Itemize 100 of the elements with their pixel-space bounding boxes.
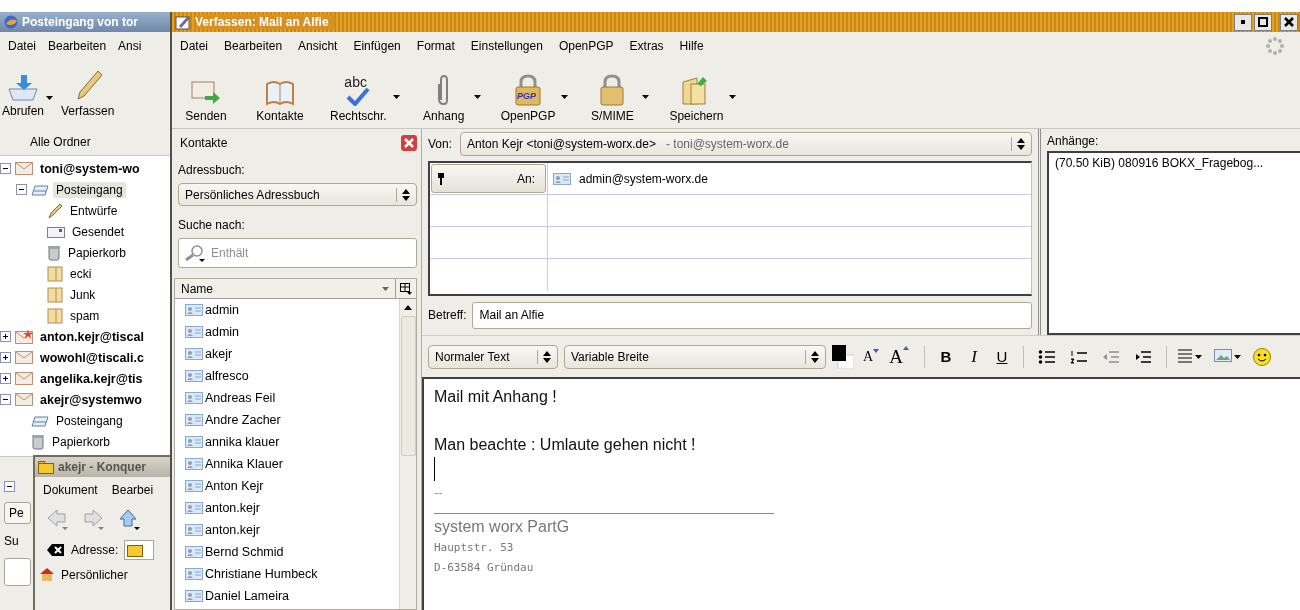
contact-name[interactable]: Andreas Feil <box>205 391 276 405</box>
contact-name[interactable]: Daniel Lameira <box>205 589 290 603</box>
minimize-button[interactable] <box>1234 13 1252 31</box>
italic-button[interactable]: I <box>963 346 985 367</box>
contact-name[interactable]: Bernd Schmid <box>205 545 284 559</box>
folder-item[interactable]: Papierkorb <box>49 433 114 450</box>
menu-item[interactable]: Datei <box>7 37 37 55</box>
signature-company: system worx PartG <box>434 517 571 537</box>
panel-title: Kontakte <box>180 136 228 150</box>
folder-item[interactable]: toni@system-wo <box>37 160 143 177</box>
spin-arrows-icon <box>811 350 819 363</box>
message-body[interactable]: Mail mit Anhang ! Man beachte : Umlaute gehen nicht ! -- system worx PartG Hauptstr. 53 D-63584 Gründau <box>422 377 1300 610</box>
folder-item[interactable]: angelika.kejr@tis <box>37 370 146 387</box>
folder-item[interactable]: Papierkorb <box>65 244 130 261</box>
menu-item[interactable]: Einfügen <box>352 37 402 55</box>
tree-toggle-icon[interactable] <box>0 373 11 384</box>
contact-name[interactable]: annika klauer <box>205 435 280 449</box>
contact-name[interactable]: anton.kejr <box>205 523 260 537</box>
folder-item[interactable]: Posteingang <box>53 181 126 198</box>
tree-toggle-icon[interactable] <box>0 163 11 174</box>
toolbar-button[interactable]: PGP OpenPGP <box>494 71 562 123</box>
trash-icon <box>31 433 45 450</box>
signature-address: D-63584 Gründau <box>434 560 535 576</box>
search-icon <box>184 244 206 262</box>
tree-toggle-icon[interactable] <box>4 481 15 492</box>
increase-font-button[interactable]: A <box>888 345 910 368</box>
folder-item[interactable]: anton.kejr@tiscal <box>37 328 147 345</box>
search-field[interactable]: Enthält <box>178 238 417 268</box>
tree-toggle-icon[interactable] <box>16 184 27 195</box>
addressbook-select[interactable]: Pe <box>4 502 31 524</box>
contact-name[interactable]: admin <box>205 325 240 339</box>
menu-item[interactable]: Bearbei <box>110 481 155 499</box>
toolbar-button[interactable]: S/MIME <box>582 71 643 123</box>
folder-item[interactable]: Junk <box>67 286 99 303</box>
menu-item[interactable]: Einstellungen <box>469 37 544 55</box>
scrollbar-thumb[interactable] <box>400 316 416 456</box>
recipient-type-select[interactable]: An: <box>431 164 546 193</box>
toolbar-button[interactable]: Anhang <box>413 71 474 123</box>
toolbar-button[interactable]: Kontakte <box>250 71 310 123</box>
menu-item[interactable]: OpenPGP <box>557 37 615 55</box>
subject-field[interactable]: Mail an Alfie <box>472 301 1032 329</box>
menu-item[interactable]: Dokument <box>42 481 99 499</box>
toolbar-button[interactable]: Verfassen <box>61 69 115 124</box>
folder-item[interactable]: akejr@systemwo <box>37 391 145 408</box>
align-button[interactable] <box>1177 347 1202 366</box>
numbered-list-button[interactable] <box>1070 349 1088 364</box>
indent-button[interactable] <box>1134 349 1152 364</box>
menu-item[interactable]: Ansicht <box>297 37 339 55</box>
house-icon <box>39 567 55 582</box>
field-label: Anhänge: <box>1047 134 1099 148</box>
bullet-list-button[interactable] <box>1038 349 1056 364</box>
tree-toggle-icon[interactable] <box>0 352 11 363</box>
up-arrow-icon[interactable] <box>119 509 141 531</box>
contact-name[interactable]: admin <box>205 303 240 317</box>
folder-item[interactable]: ecki <box>67 265 95 282</box>
decrease-font-button[interactable]: A <box>860 348 882 365</box>
sender-select[interactable]: Anton Kejr <toni@system-worx.de> - toni@system-worx.de <box>460 132 1032 156</box>
close-button[interactable] <box>1280 13 1298 31</box>
signature-address: Hauptstr. 53 <box>434 540 515 556</box>
menu-item[interactable]: Ansi <box>117 37 143 55</box>
folder-item[interactable]: Gesendet <box>69 223 128 240</box>
contact-name[interactable]: Anton Kejr <box>205 479 264 493</box>
toolbar-button[interactable]: Abrufen <box>2 73 45 124</box>
attachment-item[interactable]: (70.50 KiB) 080916 BOKX_Fragebog... <box>1055 156 1294 170</box>
toolbar-button[interactable]: Speichern <box>663 71 730 123</box>
contact-name[interactable]: anton.kejr <box>205 501 260 515</box>
toolbar-button[interactable]: Senden <box>176 71 236 123</box>
menu-item[interactable]: Hilfe <box>678 37 705 55</box>
contact-name[interactable]: Christiane Humbeck <box>205 567 318 581</box>
menu-item[interactable]: Bearbeiten <box>47 37 108 55</box>
bold-button[interactable]: B <box>935 348 957 365</box>
menu-item[interactable]: Bearbeiten <box>223 37 284 55</box>
font-select[interactable]: Variable Breite <box>564 344 826 369</box>
underline-button[interactable]: U <box>991 348 1013 365</box>
menu-item[interactable]: Datei <box>179 37 209 55</box>
contact-name[interactable]: Andre Zacher <box>205 413 281 427</box>
text-color-button[interactable] <box>832 344 854 369</box>
folder-item[interactable]: Entwürfe <box>67 202 121 219</box>
paragraph-style-select[interactable]: Normaler Text <box>428 344 558 369</box>
menu-item[interactable]: Format <box>415 37 456 55</box>
tree-toggle-icon[interactable] <box>0 394 11 405</box>
tree-toggle-icon[interactable] <box>0 331 11 342</box>
address-field[interactable] <box>124 540 155 560</box>
contact-name[interactable]: Annika Klauer <box>205 457 283 471</box>
clear-icon[interactable] <box>47 543 65 557</box>
recipient-address[interactable]: admin@system-worx.de <box>579 171 708 186</box>
contact-name[interactable]: alfresco <box>205 369 249 383</box>
addressbook-select[interactable]: Persönliches Adressbuch <box>178 183 417 206</box>
smiley-button[interactable] <box>1253 347 1271 366</box>
folder-item[interactable]: Posteingang <box>53 412 126 429</box>
maximize-button[interactable] <box>1254 13 1272 31</box>
sidebar-item[interactable]: Persönlicher <box>61 567 128 582</box>
toolbar-button[interactable]: abc Rechtschr. <box>324 71 393 123</box>
menu-item[interactable]: Extras <box>628 37 665 55</box>
folder-item[interactable]: spam <box>67 307 103 324</box>
body-text: Mail mit Anhang ! <box>434 387 558 407</box>
folder-item[interactable]: wowohl@tiscali.c <box>37 349 147 366</box>
search-field[interactable] <box>4 558 31 586</box>
contact-name[interactable]: akejr <box>205 347 233 361</box>
outdent-button[interactable] <box>1102 349 1120 364</box>
